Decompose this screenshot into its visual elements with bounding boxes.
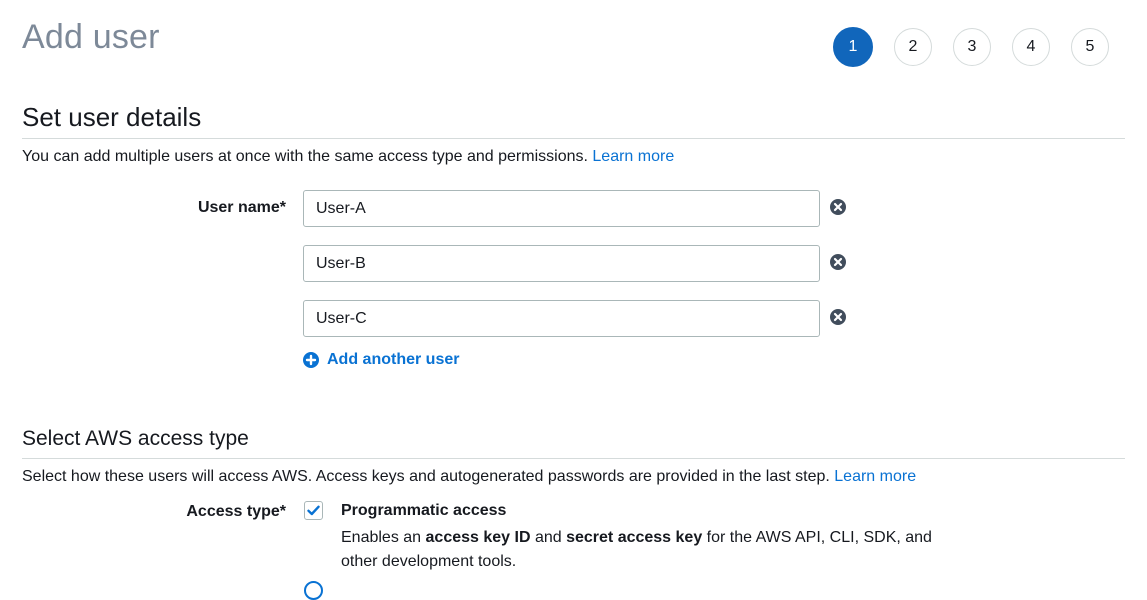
programmatic-access-title: Programmatic access (341, 502, 507, 519)
step-5[interactable]: 5 (1071, 28, 1109, 66)
section-heading-user-details: Set user details (22, 102, 202, 132)
access-type-description: Select how these users will access AWS. … (22, 468, 916, 486)
step-3[interactable]: 3 (953, 28, 991, 66)
add-another-user-label: Add another user (327, 351, 460, 368)
learn-more-link[interactable]: Learn more (834, 468, 916, 485)
user-name-label: User name* (197, 199, 286, 216)
page-title: Add user (22, 18, 160, 56)
divider (22, 458, 1125, 459)
user-name-input-1[interactable] (303, 190, 820, 227)
user-name-input-2[interactable] (303, 245, 820, 282)
wizard-steps: 1 2 3 4 5 (833, 27, 1109, 67)
learn-more-link[interactable]: Learn more (592, 148, 674, 165)
close-circle-icon[interactable] (830, 309, 846, 325)
desc-bold-text: secret access key (566, 529, 703, 546)
programmatic-access-description: Enables an access key ID and secret acce… (341, 526, 961, 574)
description-text: Select how these users will access AWS. … (22, 468, 830, 485)
step-4[interactable]: 4 (1012, 28, 1050, 66)
checkmark-icon (307, 505, 320, 516)
programmatic-access-checkbox[interactable] (304, 501, 323, 520)
close-circle-icon[interactable] (830, 199, 846, 215)
desc-text: Enables an (341, 529, 426, 546)
access-type-label: Access type* (186, 503, 286, 520)
plus-circle-icon (303, 352, 319, 368)
description-text: You can add multiple users at once with … (22, 148, 588, 165)
divider (22, 138, 1125, 139)
next-option-control[interactable] (304, 581, 323, 600)
desc-bold-text: access key ID (425, 529, 531, 546)
close-circle-icon[interactable] (830, 254, 846, 270)
step-2[interactable]: 2 (894, 28, 932, 66)
section-heading-access-type: Select AWS access type (22, 427, 249, 450)
step-1[interactable]: 1 (833, 27, 873, 67)
user-name-input-3[interactable] (303, 300, 820, 337)
user-details-description: You can add multiple users at once with … (22, 148, 674, 166)
add-another-user-button[interactable]: Add another user (303, 351, 459, 369)
desc-text: and (530, 529, 567, 546)
